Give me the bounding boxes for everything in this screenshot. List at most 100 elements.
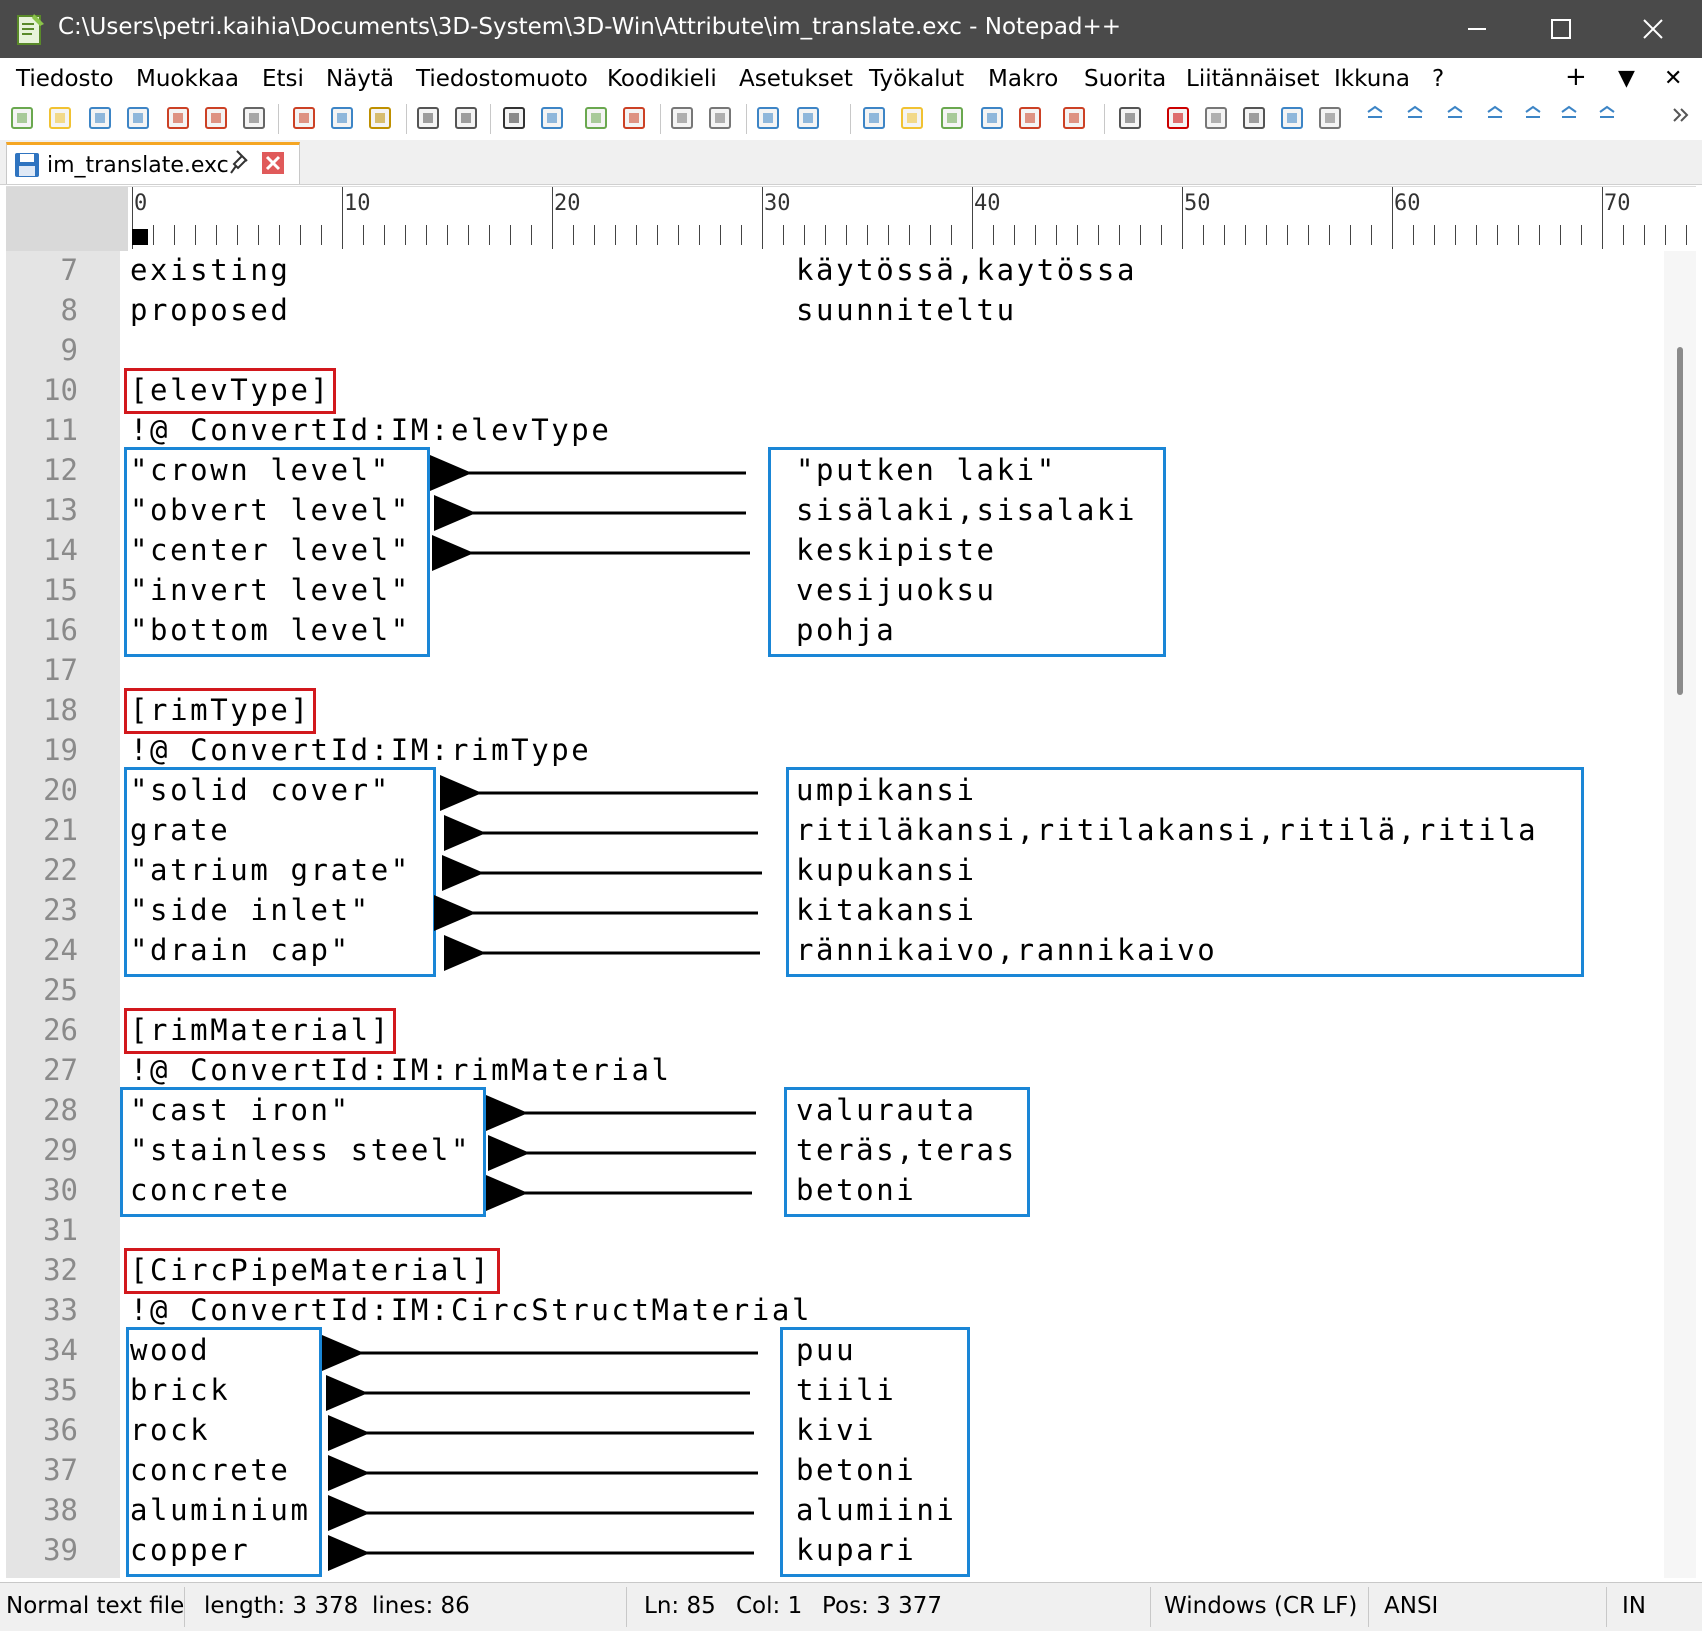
save-macro-icon[interactable]: [1316, 104, 1344, 132]
tab-label: im_translate.exc: [47, 153, 229, 178]
scrollbar-thumb[interactable]: [1677, 347, 1683, 695]
play-macro-icon[interactable]: [1240, 104, 1268, 132]
folder-workspace-icon[interactable]: [1060, 104, 1088, 132]
bookmark-prev-icon[interactable]: [1404, 104, 1426, 132]
close-doc-button[interactable]: ✕: [1664, 66, 1682, 91]
lang-udl-icon[interactable]: [898, 104, 926, 132]
maximize-button[interactable]: [1516, 0, 1606, 58]
record-macro-icon[interactable]: [1164, 104, 1192, 132]
ruler-tick: [1434, 225, 1435, 245]
ruler-tick: [993, 225, 994, 245]
ruler-tick: [846, 225, 847, 245]
add-button[interactable]: +: [1565, 62, 1587, 92]
ruler-tick: [594, 225, 595, 245]
undo-icon[interactable]: [414, 104, 442, 132]
menu-macro[interactable]: Makro: [988, 66, 1058, 92]
status-encoding: ANSI: [1384, 1593, 1439, 1619]
save-icon: [15, 153, 39, 177]
find-icon[interactable]: [500, 104, 528, 132]
sync-h-icon[interactable]: [706, 104, 734, 132]
dropdown-button[interactable]: ▼: [1618, 66, 1635, 91]
editor-area[interactable]: 7 existing käytössä,kaytössa 8 proposed suunn…: [6, 251, 1664, 1578]
collapse-icon[interactable]: [1444, 104, 1466, 132]
status-divider: [1150, 1587, 1151, 1627]
sync-v-icon[interactable]: [668, 104, 696, 132]
menu-tools[interactable]: Työkalut: [869, 66, 964, 92]
open-file-icon[interactable]: [46, 104, 74, 132]
stop-macro-icon[interactable]: [1202, 104, 1230, 132]
ruler-tick: [1266, 225, 1267, 245]
close-all-icon[interactable]: [202, 104, 230, 132]
ruler-tick: [909, 225, 910, 245]
vertical-scrollbar[interactable]: [1664, 251, 1696, 1578]
menu-encoding[interactable]: Tiedostomuoto: [416, 66, 588, 92]
show-all-chars-icon[interactable]: [794, 104, 822, 132]
print-icon[interactable]: [240, 104, 268, 132]
ruler-tick: [867, 225, 868, 245]
bookmark-next-icon[interactable]: [1364, 104, 1386, 132]
caret-column-marker: [132, 229, 148, 245]
pin-icon[interactable]: [229, 149, 251, 181]
menu-language[interactable]: Koodikieli: [607, 66, 717, 92]
paste-icon[interactable]: [366, 104, 394, 132]
ruler-tick: [531, 225, 532, 245]
ruler-label: 70: [1604, 191, 1631, 216]
ruler-tick: [1413, 225, 1414, 245]
ruler-label: 0: [134, 191, 148, 216]
run-macro-multiple-icon[interactable]: [1278, 104, 1306, 132]
menu-search[interactable]: Etsi: [262, 66, 304, 92]
menu-help[interactable]: ?: [1432, 66, 1444, 92]
word-wrap-icon[interactable]: [754, 104, 782, 132]
ruler-tick: [258, 225, 259, 245]
ruler-label: 20: [554, 191, 581, 216]
copy-icon[interactable]: [328, 104, 356, 132]
doc-map-icon[interactable]: [938, 104, 966, 132]
function-list-icon[interactable]: [1016, 104, 1044, 132]
zoom-in-icon[interactable]: [582, 104, 610, 132]
ruler-tick: [279, 225, 280, 245]
menu-window[interactable]: Ikkuna: [1334, 66, 1410, 92]
close-tab-icon[interactable]: [261, 151, 285, 180]
ruler-tick: [1686, 225, 1687, 245]
monitoring-icon[interactable]: [1116, 104, 1144, 132]
menu-settings[interactable]: Asetukset: [739, 66, 853, 92]
ruler-tick: [1098, 225, 1099, 245]
fold-all-icon[interactable]: [1596, 104, 1618, 132]
menu-run[interactable]: Suorita: [1084, 66, 1166, 92]
arrow-up-icon[interactable]: [1522, 104, 1544, 132]
save-all-icon[interactable]: [124, 104, 152, 132]
menu-view[interactable]: Näytä: [326, 66, 394, 92]
close-window-button[interactable]: [1608, 0, 1698, 58]
ruler-tick: [1224, 225, 1225, 245]
toolbar-separator: [278, 104, 279, 134]
cut-icon[interactable]: [290, 104, 318, 132]
indent-guide-icon[interactable]: [860, 104, 888, 132]
ruler-tick: [1056, 225, 1057, 245]
column-ruler: 0 10 20 30 40 50 60 70: [6, 186, 1696, 252]
redo-icon[interactable]: [452, 104, 480, 132]
ruler-tick: [1182, 187, 1183, 249]
save-icon[interactable]: [86, 104, 114, 132]
close-icon[interactable]: [164, 104, 192, 132]
menu-edit[interactable]: Muokkaa: [136, 66, 239, 92]
ruler-tick: [384, 225, 385, 245]
minimize-button[interactable]: [1432, 0, 1522, 58]
ruler-tick: [1455, 225, 1456, 245]
new-file-icon[interactable]: [8, 104, 36, 132]
menu-file[interactable]: Tiedosto: [16, 66, 114, 92]
replace-icon[interactable]: [538, 104, 566, 132]
ruler-label: 30: [764, 191, 791, 216]
ruler-tick: [1539, 225, 1540, 245]
overflow-chevron-icon[interactable]: [1670, 104, 1692, 132]
doc-list-icon[interactable]: [978, 104, 1006, 132]
ruler-tick: [552, 187, 553, 249]
ruler-tick: [1518, 225, 1519, 245]
ruler-tick: [1140, 225, 1141, 245]
menu-bar: Tiedosto Muokkaa Etsi Näytä Tiedostomuot…: [0, 58, 1702, 98]
expand-icon[interactable]: [1484, 104, 1506, 132]
menu-plugins[interactable]: Liitännäiset: [1186, 66, 1320, 92]
tab-im-translate[interactable]: im_translate.exc: [6, 142, 300, 184]
ruler-tick: [1308, 225, 1309, 245]
arrow-down-icon[interactable]: [1558, 104, 1580, 132]
zoom-out-icon[interactable]: [620, 104, 648, 132]
